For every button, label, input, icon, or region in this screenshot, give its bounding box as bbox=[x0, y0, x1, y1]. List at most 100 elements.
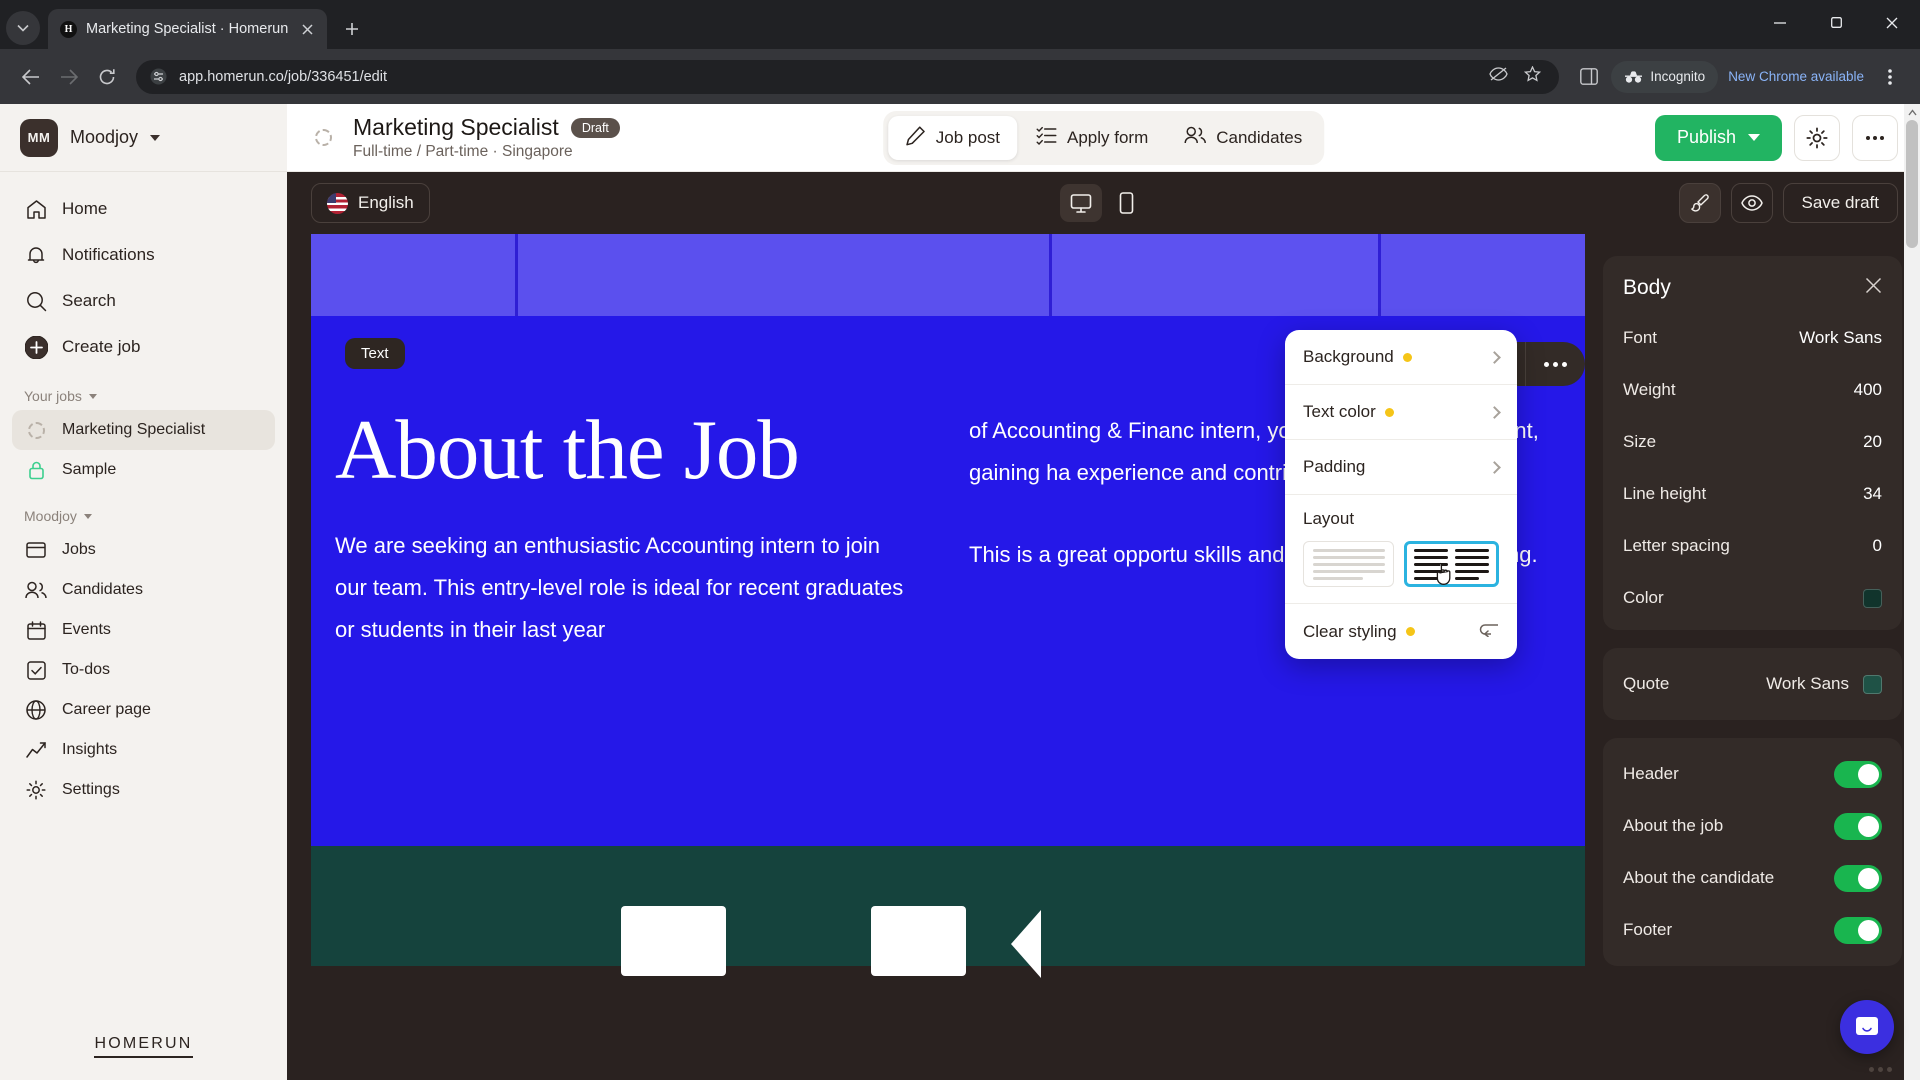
mobile-icon[interactable] bbox=[1106, 184, 1148, 222]
property-row-color[interactable]: Color bbox=[1603, 572, 1902, 624]
save-draft-button[interactable]: Save draft bbox=[1782, 183, 1898, 223]
chrome-update-label[interactable]: New Chrome available bbox=[1724, 69, 1868, 84]
language-selector[interactable]: English bbox=[311, 183, 430, 223]
two-column-layout-option[interactable] bbox=[1404, 541, 1499, 587]
toggle-row-about-the-candidate[interactable]: About the candidate bbox=[1603, 852, 1902, 904]
toggle-row-about-the-job[interactable]: About the job bbox=[1603, 800, 1902, 852]
chevron-down-icon[interactable] bbox=[83, 513, 92, 519]
typography-card: Body Font Work Sans Weight 400 Size 20 L… bbox=[1603, 256, 1902, 630]
forward-arrow-icon[interactable] bbox=[52, 60, 86, 94]
single-column-layout-option[interactable] bbox=[1303, 541, 1394, 587]
sidebar-item-jobs[interactable]: Jobs bbox=[12, 530, 275, 570]
property-row-quote[interactable]: Quote Work Sans bbox=[1603, 654, 1902, 714]
new-tab-icon[interactable] bbox=[337, 14, 367, 44]
tab-job-post[interactable]: Job post bbox=[887, 115, 1017, 160]
bookmark-star-icon[interactable] bbox=[1524, 65, 1542, 87]
property-row-size[interactable]: Size 20 bbox=[1603, 416, 1902, 468]
sidebar-item-career-page[interactable]: Career page bbox=[12, 690, 275, 730]
chevron-down-icon[interactable] bbox=[88, 393, 97, 399]
section-tabs: Job post Apply form Candidates bbox=[882, 110, 1325, 165]
menu-item-padding[interactable]: Padding bbox=[1285, 440, 1517, 495]
menu-item-text-color[interactable]: Text color bbox=[1285, 385, 1517, 440]
property-row-line-height[interactable]: Line height 34 bbox=[1603, 468, 1902, 520]
property-row-letter-spacing[interactable]: Letter spacing 0 bbox=[1603, 520, 1902, 572]
browser-tab[interactable]: H Marketing Specialist · Homerun bbox=[48, 9, 328, 49]
menu-item-label: Background bbox=[1303, 347, 1394, 366]
block-more-button[interactable] bbox=[1526, 342, 1585, 386]
publish-button[interactable]: Publish bbox=[1654, 114, 1782, 161]
property-label: Weight bbox=[1623, 380, 1676, 399]
window-controls bbox=[1752, 0, 1920, 45]
job-post-canvas[interactable]: Text About the Job We are seeking an ent… bbox=[311, 234, 1585, 1080]
chrome-menu-icon[interactable] bbox=[1874, 61, 1906, 93]
app-header: Marketing Specialist Draft Full-time / P… bbox=[287, 104, 1920, 172]
window-close-icon[interactable] bbox=[1864, 0, 1920, 45]
browser-toolbar: app.homerun.co/job/336451/edit Incognito… bbox=[0, 49, 1920, 104]
chevron-down-icon[interactable] bbox=[1748, 134, 1760, 141]
footer-shape bbox=[871, 906, 966, 976]
tab-candidates[interactable]: Candidates bbox=[1167, 117, 1319, 158]
close-icon[interactable] bbox=[297, 19, 317, 39]
your-jobs-section-label[interactable]: Your jobs bbox=[12, 370, 275, 410]
tab-search-icon[interactable] bbox=[6, 11, 40, 45]
close-icon[interactable] bbox=[1865, 277, 1882, 299]
site-settings-icon[interactable] bbox=[150, 68, 167, 85]
incognito-indicator[interactable]: Incognito bbox=[1611, 60, 1719, 93]
settings-button[interactable] bbox=[1794, 114, 1840, 161]
footer-toggle[interactable] bbox=[1834, 916, 1882, 944]
property-row-font[interactable]: Font Work Sans bbox=[1603, 312, 1902, 364]
toggle-row-footer[interactable]: Footer bbox=[1603, 904, 1902, 956]
footer-triangle-shape bbox=[1011, 910, 1041, 978]
sidebar-item-insights[interactable]: Insights bbox=[12, 730, 275, 770]
tracking-protection-icon[interactable] bbox=[1489, 66, 1509, 87]
address-bar[interactable]: app.homerun.co/job/336451/edit bbox=[136, 59, 1560, 94]
checkbox-icon bbox=[24, 658, 48, 682]
scrollbar-thumb[interactable] bbox=[1906, 120, 1918, 248]
org-switcher[interactable]: MM Moodjoy bbox=[0, 104, 287, 172]
sidebar-item-home[interactable]: Home bbox=[12, 186, 275, 232]
tab-apply-form[interactable]: Apply form bbox=[1019, 117, 1165, 159]
more-options-button[interactable] bbox=[1852, 114, 1898, 161]
menu-item-background[interactable]: Background bbox=[1285, 330, 1517, 385]
side-panel-icon[interactable] bbox=[1573, 61, 1605, 93]
color-swatch[interactable] bbox=[1863, 674, 1882, 694]
about-the-job-toggle[interactable] bbox=[1834, 812, 1882, 840]
paintbrush-icon bbox=[1690, 194, 1709, 212]
sidebar-nav: Home Notifications Search Create job You… bbox=[0, 172, 287, 810]
panel-resize-handle[interactable] bbox=[1869, 1067, 1892, 1072]
maximize-icon[interactable] bbox=[1808, 0, 1864, 45]
color-swatch[interactable] bbox=[1863, 588, 1882, 608]
left-column[interactable]: About the Job We are seeking an enthusia… bbox=[335, 408, 911, 651]
property-row-weight[interactable]: Weight 400 bbox=[1603, 364, 1902, 416]
preview-button[interactable] bbox=[1730, 183, 1773, 223]
paintbrush-button[interactable] bbox=[1678, 183, 1721, 223]
sidebar-item-notifications[interactable]: Notifications bbox=[12, 232, 275, 278]
properties-header: Body bbox=[1603, 262, 1902, 312]
desktop-icon[interactable] bbox=[1059, 184, 1102, 222]
scroll-up-arrow[interactable] bbox=[1904, 104, 1920, 120]
sidebar-item-settings[interactable]: Settings bbox=[12, 770, 275, 810]
sidebar-item-sample[interactable]: Sample bbox=[12, 450, 275, 490]
sidebar-item-to-dos[interactable]: To-dos bbox=[12, 650, 275, 690]
back-arrow-icon[interactable] bbox=[14, 60, 48, 94]
sidebar-item-marketing-specialist[interactable]: Marketing Specialist bbox=[12, 410, 275, 450]
gear-icon bbox=[1806, 126, 1828, 149]
browser-tab-strip: H Marketing Specialist · Homerun bbox=[0, 0, 1920, 49]
header-toggle[interactable] bbox=[1834, 760, 1882, 788]
menu-item-clear-styling[interactable]: Clear styling bbox=[1285, 604, 1517, 659]
sidebar-item-search[interactable]: Search bbox=[12, 278, 275, 324]
reload-icon[interactable] bbox=[90, 60, 124, 94]
footer-block-preview[interactable] bbox=[311, 846, 1585, 978]
sidebar-item-candidates[interactable]: Candidates bbox=[12, 570, 275, 610]
chevron-down-icon[interactable] bbox=[150, 134, 161, 141]
chat-bubble-icon bbox=[1856, 1017, 1878, 1035]
toggle-row-header[interactable]: Header bbox=[1603, 748, 1902, 800]
about-the-candidate-toggle[interactable] bbox=[1834, 864, 1882, 892]
sidebar-item-create-job[interactable]: Create job bbox=[12, 324, 275, 370]
sidebar-item-events[interactable]: Events bbox=[12, 610, 275, 650]
workspace-section-label[interactable]: Moodjoy bbox=[12, 490, 275, 530]
menu-layout-label: Layout bbox=[1303, 509, 1355, 528]
minimize-icon[interactable] bbox=[1752, 0, 1808, 45]
chat-support-button[interactable] bbox=[1840, 1000, 1894, 1054]
page-scrollbar[interactable] bbox=[1904, 104, 1920, 1080]
